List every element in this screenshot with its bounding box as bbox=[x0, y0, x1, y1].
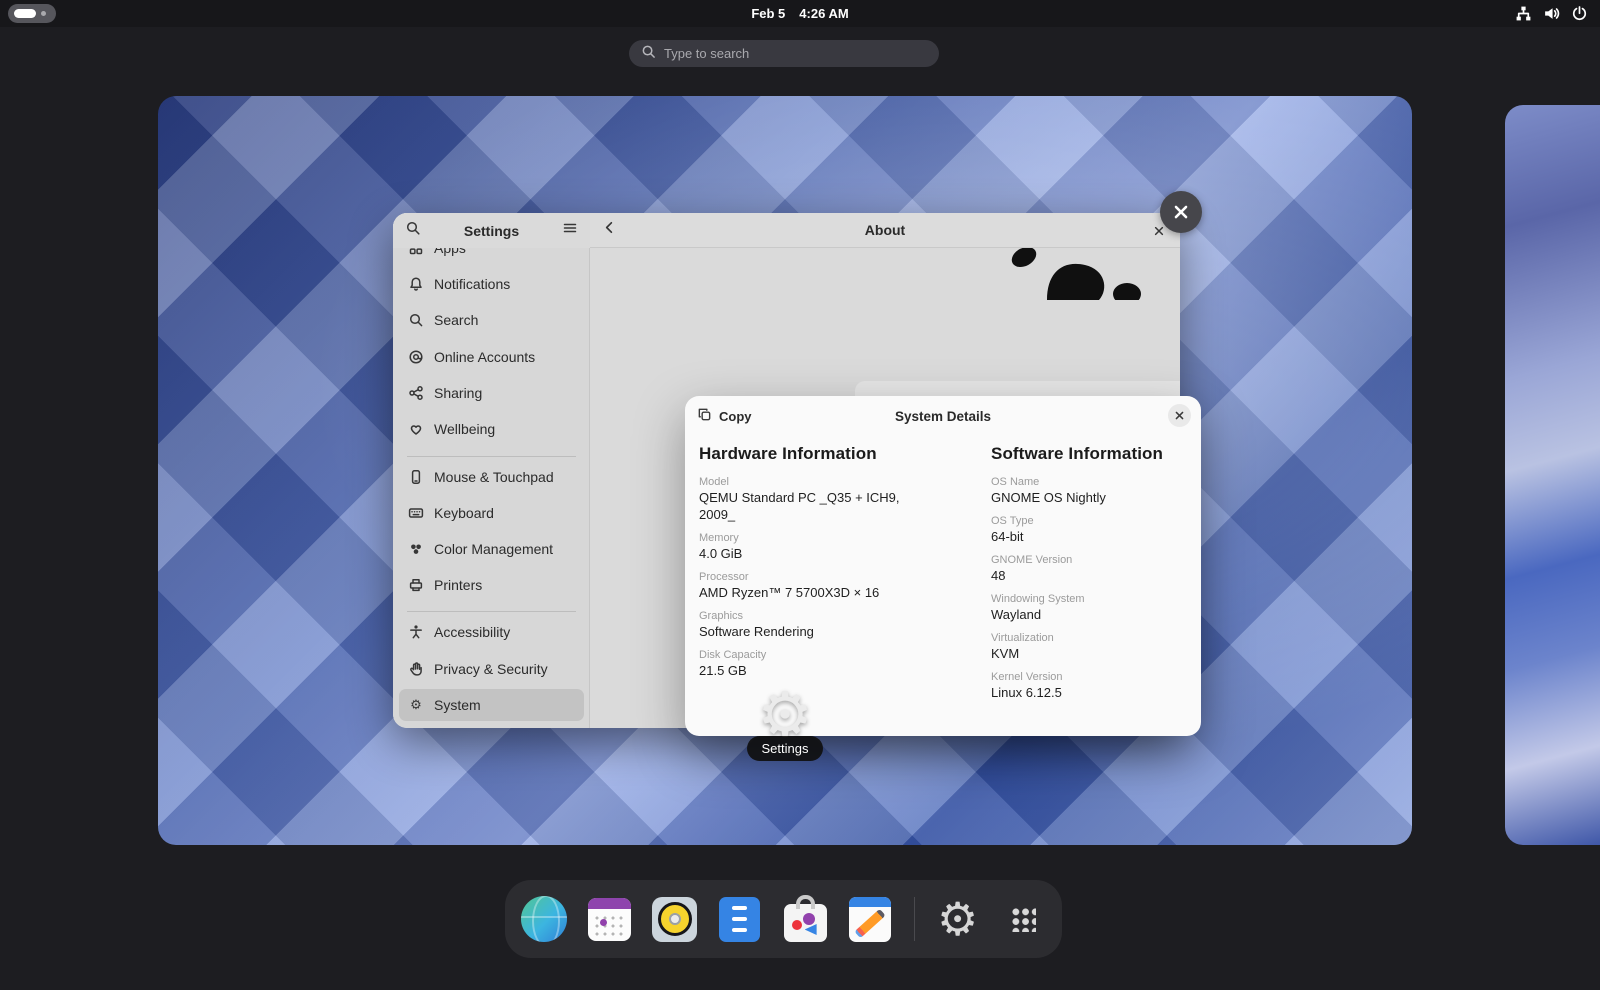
music-icon[interactable] bbox=[652, 895, 698, 943]
field-value: 4.0 GiB bbox=[699, 545, 929, 562]
field-label: OS Type bbox=[991, 515, 1221, 528]
dialog-headerbar: Copy System Details bbox=[685, 396, 1201, 436]
field-label: GNOME Version bbox=[991, 554, 1221, 567]
clock[interactable]: Feb 5 4:26 AM bbox=[0, 0, 1600, 27]
field-value: 64-bit bbox=[991, 528, 1221, 545]
dialog-close-button[interactable] bbox=[1168, 404, 1191, 427]
field-label: Processor bbox=[699, 571, 929, 584]
web-browser-icon[interactable] bbox=[521, 895, 567, 943]
dock: ⚙ bbox=[505, 880, 1062, 958]
workspace-preview-next[interactable] bbox=[1505, 105, 1600, 845]
app-grid-icon[interactable] bbox=[1000, 895, 1046, 943]
field-value: AMD Ryzen™ 7 5700X3D × 16 bbox=[699, 584, 929, 601]
field-value: QEMU Standard PC _Q35 + ICH9, 2009_ bbox=[699, 489, 929, 523]
date-label: Feb 5 bbox=[751, 6, 785, 21]
system-status-area[interactable] bbox=[1515, 0, 1588, 27]
hardware-info-title: Hardware Information bbox=[699, 444, 929, 464]
field-label: Virtualization bbox=[991, 632, 1221, 645]
files-icon[interactable] bbox=[717, 895, 763, 943]
field-value: Software Rendering bbox=[699, 623, 929, 640]
text-editor-icon[interactable] bbox=[847, 895, 893, 943]
calendar-icon[interactable] bbox=[586, 895, 632, 943]
software-info-section: Software Information OS NameGNOME OS Nig… bbox=[991, 444, 1221, 710]
field-label: Kernel Version bbox=[991, 671, 1221, 684]
software-info-title: Software Information bbox=[991, 444, 1221, 464]
field-value: Wayland bbox=[991, 606, 1221, 623]
field-value: 21.5 GB bbox=[699, 662, 929, 679]
search-icon bbox=[641, 44, 656, 64]
field-label: Memory bbox=[699, 532, 929, 545]
preview-close-button[interactable] bbox=[1160, 191, 1202, 233]
top-bar: Feb 5 4:26 AM bbox=[0, 0, 1600, 27]
field-label: Graphics bbox=[699, 610, 929, 623]
hardware-info-section: Hardware Information ModelQEMU Standard … bbox=[699, 444, 929, 710]
dock-separator bbox=[914, 897, 915, 941]
field-label: Windowing System bbox=[991, 593, 1221, 606]
window-app-label-text: Settings bbox=[747, 736, 824, 761]
field-label: Disk Capacity bbox=[699, 649, 929, 662]
power-icon bbox=[1571, 5, 1588, 22]
field-label: OS Name bbox=[991, 476, 1221, 489]
field-value: KVM bbox=[991, 645, 1221, 662]
gnome-overview: Feb 5 4:26 AM bbox=[0, 0, 1600, 990]
field-value: 48 bbox=[991, 567, 1221, 584]
search-input[interactable]: Type to search bbox=[629, 40, 939, 67]
field-label: Model bbox=[699, 476, 929, 489]
search-placeholder: Type to search bbox=[664, 46, 749, 61]
settings-icon[interactable]: ⚙ bbox=[934, 895, 980, 943]
field-value: GNOME OS Nightly bbox=[991, 489, 1221, 506]
dialog-title: System Details bbox=[685, 409, 1201, 424]
network-wired-icon bbox=[1515, 5, 1532, 22]
software-icon[interactable] bbox=[782, 895, 828, 943]
workspace-preview[interactable]: Apps Notifications Search Online Account… bbox=[158, 96, 1412, 845]
volume-icon bbox=[1543, 5, 1560, 22]
time-label: 4:26 AM bbox=[799, 6, 848, 21]
window-app-label: Settings bbox=[158, 736, 1412, 761]
field-value: Linux 6.12.5 bbox=[991, 684, 1221, 701]
